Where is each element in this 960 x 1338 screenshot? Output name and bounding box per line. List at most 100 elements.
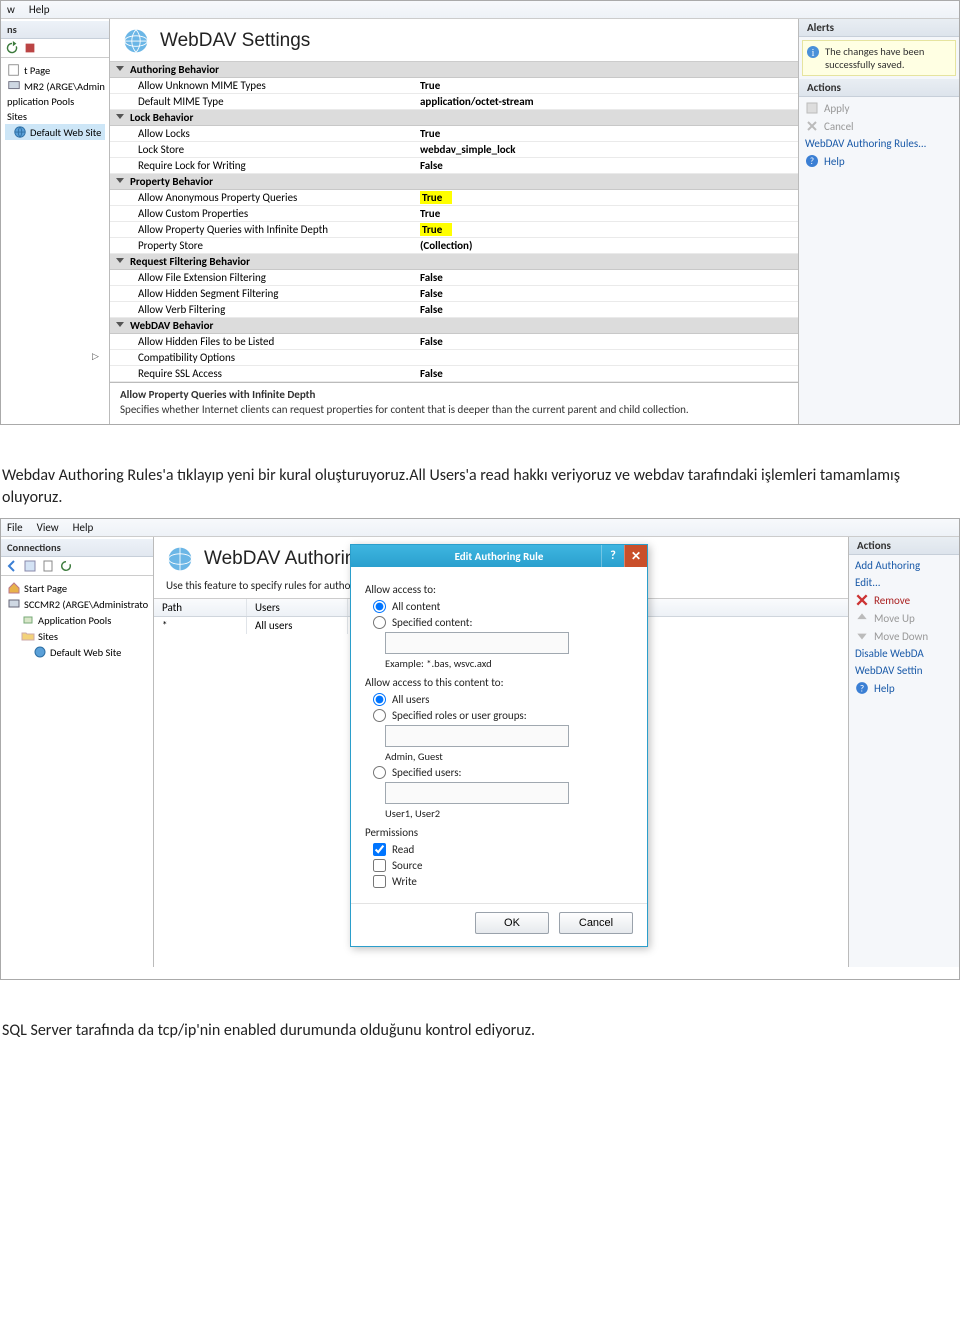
prop-value[interactable]: (Collection) [420, 239, 798, 252]
col-path-header[interactable]: Path [154, 599, 247, 616]
prop-name: Allow Custom Properties [110, 207, 420, 220]
prop-value[interactable]: False [420, 287, 798, 300]
opt-all-content[interactable]: All content [373, 600, 633, 613]
radio-specified-content[interactable] [373, 616, 386, 629]
prop-value[interactable]: False [420, 367, 798, 380]
perm-source[interactable]: Source [373, 859, 633, 872]
prop-row[interactable]: Require Lock for WritingFalse [110, 158, 798, 174]
prop-row[interactable]: Allow File Extension FilteringFalse [110, 270, 798, 286]
check-write[interactable] [373, 875, 386, 888]
prop-row[interactable]: Allow Anonymous Property QueriesTrue [110, 190, 798, 206]
action-authoring-rules[interactable]: WebDAV Authoring Rules... [799, 135, 959, 152]
menu-view[interactable]: View [37, 521, 59, 534]
prop-name: Allow File Extension Filtering [110, 271, 420, 284]
webdav-globe-icon [166, 545, 194, 573]
cancel-button[interactable]: Cancel [559, 912, 633, 934]
connections-header: ns [1, 21, 109, 39]
perm-write[interactable]: Write [373, 875, 633, 888]
prop-row[interactable]: Compatibility Options [110, 350, 798, 366]
prop-value[interactable]: True [420, 223, 798, 236]
page-icon[interactable] [41, 559, 55, 573]
prop-row[interactable]: Default MIME Typeapplication/octet-strea… [110, 94, 798, 110]
menu-file[interactable]: File [7, 521, 23, 534]
dialog-help-button[interactable]: ? [601, 545, 624, 567]
radio-roles[interactable] [373, 709, 386, 722]
radio-all-users[interactable] [373, 693, 386, 706]
prop-row[interactable]: Allow Verb FilteringFalse [110, 302, 798, 318]
tree-sites[interactable]: Sites [5, 109, 105, 124]
tree-app-pools[interactable]: pplication Pools [5, 94, 105, 109]
opt-specified-content[interactable]: Specified content: [373, 616, 633, 629]
action-add-authoring[interactable]: Add Authoring [849, 557, 959, 574]
action-moveup: Move Up [849, 609, 959, 627]
prop-group-header[interactable]: Request Filtering Behavior [110, 254, 798, 270]
prop-group-header[interactable]: WebDAV Behavior [110, 318, 798, 334]
menu-help[interactable]: Help [29, 3, 50, 16]
prop-value[interactable] [420, 351, 798, 364]
radio-all-content[interactable] [373, 600, 386, 613]
perm-read[interactable]: Read [373, 843, 633, 856]
prop-group-header[interactable]: Authoring Behavior [110, 62, 798, 78]
tree-default-web-site[interactable]: Default Web Site [5, 124, 105, 140]
svg-text:i: i [812, 48, 815, 59]
refresh-icon[interactable] [5, 41, 19, 55]
action-help-2[interactable]: ?Help [849, 679, 959, 697]
action-webdav-settings[interactable]: WebDAV Settin [849, 662, 959, 679]
server-icon [7, 597, 21, 611]
prop-value[interactable]: application/octet-stream [420, 95, 798, 108]
action-remove[interactable]: Remove [849, 591, 959, 609]
prop-value[interactable]: True [420, 79, 798, 92]
dialog-close-button[interactable]: ✕ [624, 545, 647, 567]
radio-users[interactable] [373, 766, 386, 779]
prop-name: Allow Verb Filtering [110, 303, 420, 316]
prop-name: Allow Hidden Segment Filtering [110, 287, 420, 300]
prop-row[interactable]: Lock Storewebdav_simple_lock [110, 142, 798, 158]
ok-button[interactable]: OK [475, 912, 549, 934]
prop-row[interactable]: Property Store(Collection) [110, 238, 798, 254]
prop-value[interactable]: False [420, 271, 798, 284]
prop-group-header[interactable]: Lock Behavior [110, 110, 798, 126]
prop-row[interactable]: Allow Property Queries with Infinite Dep… [110, 222, 798, 238]
tree-start-page[interactable]: Start Page [5, 580, 149, 596]
prop-row[interactable]: Allow LocksTrue [110, 126, 798, 142]
prop-value[interactable]: False [420, 159, 798, 172]
tree-app-pools[interactable]: Application Pools [5, 612, 149, 628]
prop-row[interactable]: Allow Unknown MIME TypesTrue [110, 78, 798, 94]
check-source[interactable] [373, 859, 386, 872]
prop-row[interactable]: Require SSL AccessFalse [110, 366, 798, 382]
col-users-header[interactable]: Users [247, 599, 348, 616]
dialog-titlebar[interactable]: Edit Authoring Rule ? ✕ [351, 545, 647, 567]
menu-help[interactable]: Help [73, 521, 94, 534]
prop-value[interactable]: False [420, 335, 798, 348]
action-help[interactable]: ?Help [799, 152, 959, 170]
globe-icon [13, 125, 27, 139]
prop-value[interactable]: True [420, 207, 798, 220]
property-grid[interactable]: Authoring BehaviorAllow Unknown MIME Typ… [110, 61, 798, 382]
tree-server[interactable]: MR2 (ARGE\Administrato [5, 78, 105, 94]
refresh-icon[interactable] [59, 559, 73, 573]
prop-value[interactable]: True [420, 127, 798, 140]
disk-icon[interactable] [23, 559, 37, 573]
stop-icon[interactable] [23, 41, 37, 55]
prop-row[interactable]: Allow Hidden Files to be ListedFalse [110, 334, 798, 350]
check-read[interactable] [373, 843, 386, 856]
menubar-2: File View Help [1, 519, 959, 537]
action-disable-webdav[interactable]: Disable WebDA [849, 645, 959, 662]
menu-view[interactable]: w [7, 3, 15, 16]
prop-value[interactable]: True [420, 191, 798, 204]
opt-all-users[interactable]: All users [373, 693, 633, 706]
opt-roles[interactable]: Specified roles or user groups: [373, 709, 633, 722]
tree-default-web-site[interactable]: Default Web Site [5, 644, 149, 660]
back-icon[interactable] [5, 559, 19, 573]
tree-server[interactable]: SCCMR2 (ARGE\Administrato [5, 596, 149, 612]
tree-start-page[interactable]: t Page [5, 62, 105, 78]
prop-value[interactable]: webdav_simple_lock [420, 143, 798, 156]
prop-row[interactable]: Allow Custom PropertiesTrue [110, 206, 798, 222]
prop-row[interactable]: Allow Hidden Segment FilteringFalse [110, 286, 798, 302]
prop-group-header[interactable]: Property Behavior [110, 174, 798, 190]
tree-sites[interactable]: Sites [5, 628, 149, 644]
action-edit[interactable]: Edit... [849, 574, 959, 591]
connections-header-2: Connections [1, 539, 153, 557]
opt-users[interactable]: Specified users: [373, 766, 633, 779]
prop-value[interactable]: False [420, 303, 798, 316]
